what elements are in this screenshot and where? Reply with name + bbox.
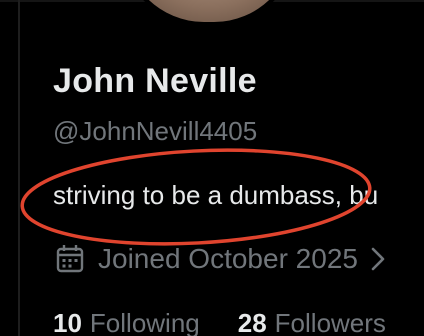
profile-screen: John Neville @JohnNevill4405 striving to… (0, 0, 424, 336)
chevron-right-icon[interactable] (370, 246, 386, 272)
joined-date: Joined October 2025 (98, 243, 358, 274)
calendar-icon (56, 245, 84, 273)
profile-bio: striving to be a dumbass, bu (53, 180, 379, 210)
followers-label: Followers (274, 308, 386, 336)
following-count: 10 (53, 308, 82, 336)
followers-count: 28 (237, 308, 267, 336)
profile-handle: @JohnNevill4405 (53, 116, 258, 146)
column-divider (18, 0, 20, 336)
follow-stats: 10 Following 28 Followers (53, 308, 424, 336)
profile-name: John Neville (53, 62, 257, 100)
avatar[interactable] (124, 0, 294, 22)
joined-date-row[interactable]: Joined October 2025 (56, 242, 386, 276)
followers-link[interactable]: 28 Followers (238, 308, 386, 336)
following-link[interactable]: 10 Following (53, 308, 200, 336)
following-label: Following (89, 308, 200, 336)
